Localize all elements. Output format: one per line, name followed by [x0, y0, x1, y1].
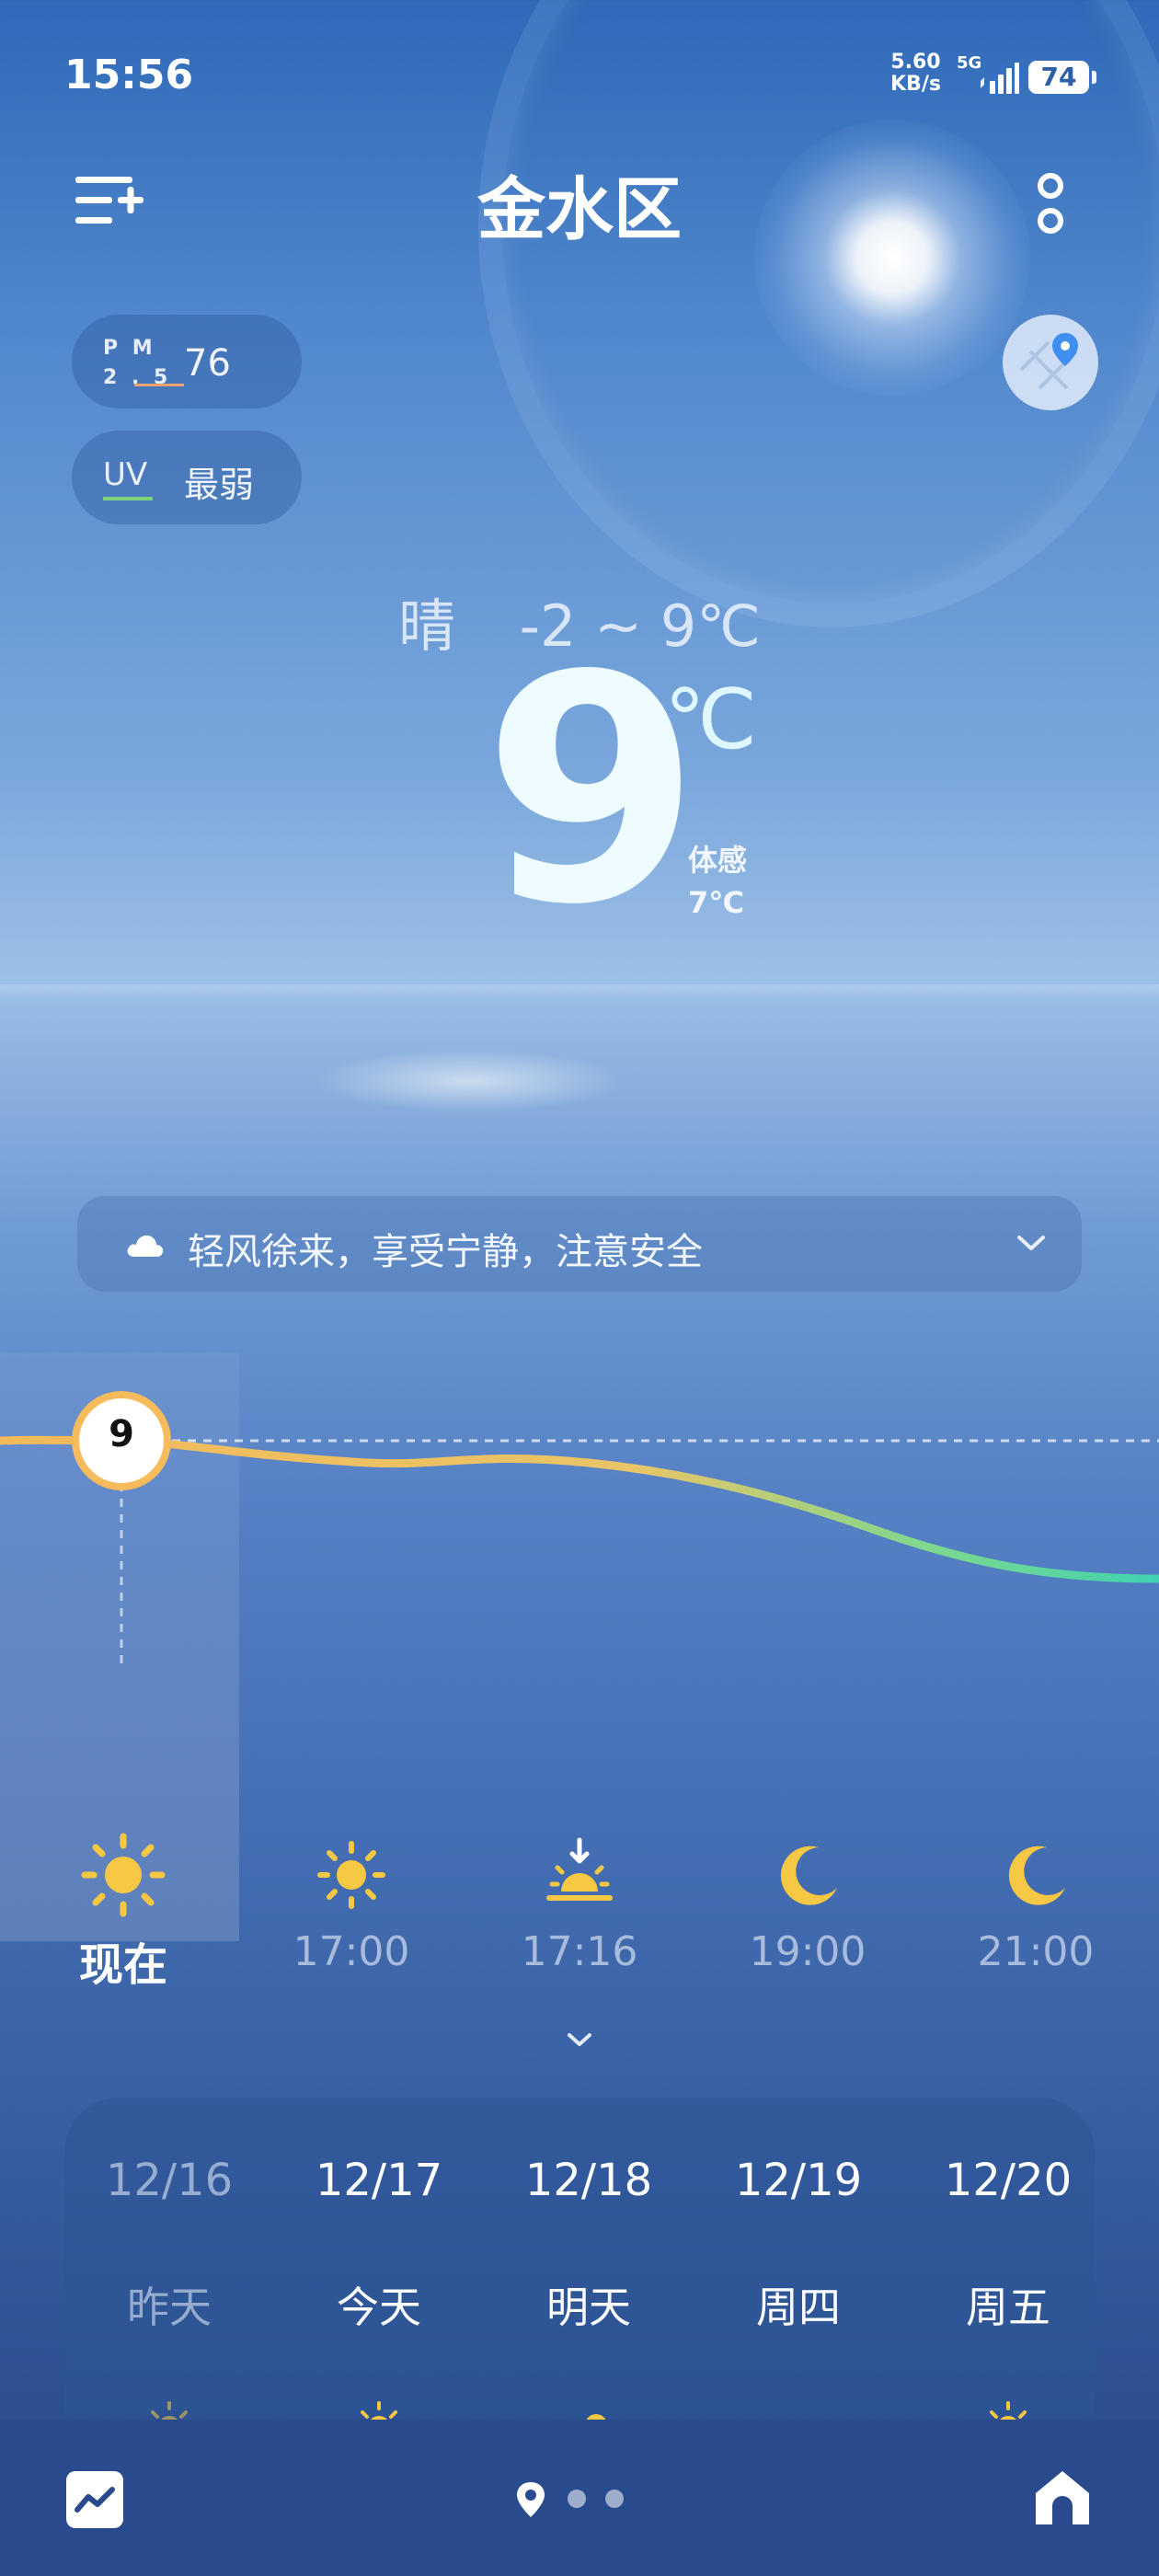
daily-item[interactable]: 12/17: [287, 2155, 471, 2206]
hourly-item[interactable]: 21:00: [962, 1831, 1109, 1975]
page-indicator: [517, 2482, 624, 2517]
cloud-icon: [127, 1235, 164, 1257]
chevron-down-icon[interactable]: [1016, 1233, 1047, 1253]
uv-label: UV: [103, 456, 148, 493]
daily-day-name: 昨天: [77, 2274, 261, 2335]
moon-icon: [780, 1846, 837, 1905]
daily-item[interactable]: 12/16: [77, 2155, 261, 2206]
daily-day-name: 周四: [706, 2274, 890, 2335]
map-pin-icon: [1019, 333, 1078, 390]
signal-icon: [981, 63, 1019, 94]
sun-icon: [81, 1833, 166, 1917]
sunset-icon: [546, 1837, 613, 1901]
pm25-label-bottom: 2 . 5: [103, 366, 172, 389]
daily-name: 周四: [756, 2283, 841, 2332]
feels-like-value: 7℃: [688, 885, 745, 920]
uv-level-bar: [103, 497, 153, 500]
bottom-navigation: [0, 2420, 1159, 2576]
map-button[interactable]: [1003, 315, 1098, 410]
weather-tip-bar[interactable]: 轻风徐来，享受宁静，注意安全: [77, 1196, 1082, 1292]
daily-item[interactable]: 12/19: [706, 2155, 890, 2206]
sun-icon: [317, 1841, 385, 1909]
more-options-icon[interactable]: [1032, 173, 1069, 237]
hourly-label: 17:16: [521, 1928, 638, 1975]
weather-tip-text: 轻风徐来，享受宁静，注意安全: [188, 1231, 703, 1273]
pm25-label: P M 2 . 5: [103, 337, 184, 390]
partly-cloudy-icon: [586, 2414, 606, 2420]
trend-icon: [75, 2487, 115, 2513]
daily-date: 12/18: [524, 2155, 653, 2206]
network-speed-value: 5.60: [890, 51, 941, 74]
sun-icon: [361, 2401, 397, 2420]
hourly-label: 17:00: [293, 1928, 410, 1975]
daily-item[interactable]: 12/18: [497, 2155, 681, 2206]
daily-day-name: 今天: [287, 2274, 471, 2335]
hourly-item[interactable]: 19:00: [734, 1831, 881, 1975]
expand-hourly-button[interactable]: [515, 2020, 644, 2059]
horizon: [0, 984, 1159, 1003]
status-time: 15:56: [64, 52, 194, 98]
daily-forecast: 12/16 昨天 12/17 今天 12/18 明天 12/19 周四 12/2…: [64, 2098, 1095, 2420]
daily-item[interactable]: 12/20: [916, 2155, 1095, 2206]
daily-day-name: 周五: [916, 2274, 1095, 2335]
network-speed: 5.60 KB/s: [890, 52, 941, 96]
uv-badge[interactable]: UV 最弱: [72, 431, 302, 524]
temperature-curve: [0, 1391, 1159, 1665]
cloud-icon: [771, 2394, 826, 2420]
now-temperature-marker: 9: [109, 1413, 134, 1455]
temperature-unit: ℃: [664, 672, 758, 768]
daily-name: 明天: [546, 2283, 631, 2332]
hourly-item-now[interactable]: 现在: [50, 1831, 197, 1993]
hourly-label: 19:00: [749, 1928, 866, 1975]
feels-like: 体感 7℃: [688, 839, 747, 924]
city-title: 金水区: [477, 170, 682, 249]
pm25-badge[interactable]: P M 2 . 5 76: [72, 315, 302, 408]
daily-name: 今天: [337, 2283, 421, 2332]
pm25-level-bar: [134, 384, 184, 386]
feels-like-label: 体感: [688, 843, 748, 878]
pm25-value: 76: [184, 342, 231, 385]
daily-date: 12/17: [315, 2155, 443, 2206]
sun-icon: [151, 2401, 188, 2420]
temperature-line: [0, 1435, 1159, 1583]
battery-icon: 74: [1028, 61, 1096, 94]
pm25-label-top: P M: [103, 337, 156, 360]
hourly-item[interactable]: 17:00: [278, 1831, 425, 1975]
daily-date: 12/19: [734, 2155, 863, 2206]
moon-icon: [1008, 1846, 1065, 1905]
condition-text: 晴: [398, 592, 456, 660]
uv-value: 最弱: [184, 465, 255, 505]
chevron-down-icon: [568, 2033, 591, 2046]
hourly-item[interactable]: 17:16: [506, 1831, 653, 1975]
daily-name: 周五: [966, 2283, 1050, 2332]
sun-icon: [990, 2401, 1027, 2420]
water-reflection: [313, 1049, 625, 1113]
daily-day-name: 明天: [497, 2274, 681, 2335]
hourly-label: 现在: [78, 1939, 167, 1991]
home-icon[interactable]: [1030, 2466, 1095, 2530]
daily-date: 12/16: [105, 2155, 234, 2206]
trend-chart-button[interactable]: [66, 2471, 123, 2528]
daily-name: 昨天: [127, 2283, 212, 2332]
hourly-label: 21:00: [977, 1928, 1095, 1975]
network-speed-unit: KB/s: [890, 73, 941, 96]
daily-date: 12/20: [944, 2155, 1073, 2206]
